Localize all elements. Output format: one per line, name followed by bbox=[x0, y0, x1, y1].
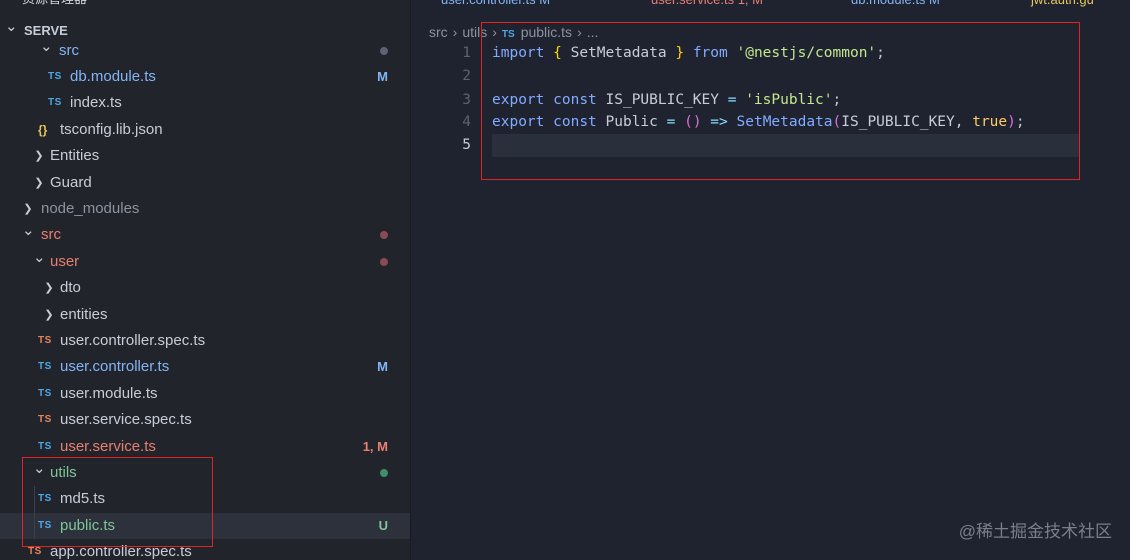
git-status-badge: M bbox=[377, 359, 388, 374]
folder-node-modules-7[interactable]: ❯ node_modules bbox=[0, 196, 410, 222]
line-number: 1 bbox=[462, 45, 471, 61]
chevron-right-icon: › bbox=[452, 24, 458, 40]
status-dot-icon bbox=[380, 231, 388, 239]
explorer-title: 资源管理器 bbox=[0, 0, 410, 8]
typescript-file-icon: TS bbox=[38, 361, 52, 372]
watermark: @稀土掘金技术社区 bbox=[958, 522, 1112, 541]
tab-bar: user.controller.ts M user.service.ts 1, M… bbox=[411, 0, 1130, 10]
tree-item-label: user.module.ts bbox=[60, 385, 158, 402]
chevron-right-icon[interactable]: ❯ bbox=[43, 275, 55, 301]
file-user-module-ts-14[interactable]: TS user.module.ts bbox=[0, 381, 410, 407]
editor-tab-1[interactable]: user.service.ts 1, M bbox=[651, 0, 763, 10]
file-user-service-spec-ts-15[interactable]: TS user.service.spec.ts bbox=[0, 407, 410, 433]
folder-dto-10[interactable]: ❯ dto bbox=[0, 275, 410, 301]
file-tsconfig-lib-json-4[interactable]: {} tsconfig.lib.json bbox=[0, 117, 410, 143]
git-status-badge: 1, M bbox=[362, 439, 388, 454]
line-number: 4 bbox=[462, 114, 471, 130]
folder-entities-11[interactable]: ❯ entities bbox=[0, 302, 410, 328]
typescript-file-icon: TS bbox=[38, 388, 52, 399]
tree-item-label: Entities bbox=[50, 147, 100, 164]
folder-user-9[interactable]: ⌄ user bbox=[0, 249, 410, 275]
line-number: 2 bbox=[462, 68, 471, 84]
json-file-icon: {} bbox=[38, 123, 48, 137]
editor-pane: user.controller.ts M user.service.ts 1, M… bbox=[411, 0, 1130, 560]
editor-tab-2[interactable]: db.module.ts M bbox=[851, 0, 940, 10]
chevron-right-icon[interactable]: ❯ bbox=[22, 196, 34, 222]
tree-item-label: db.module.ts bbox=[70, 68, 156, 85]
folder-src-8[interactable]: ⌄ src bbox=[0, 222, 410, 248]
tree-item-label: src bbox=[59, 42, 79, 59]
git-status-badge: U bbox=[378, 518, 388, 533]
chevron-right-icon[interactable]: ❯ bbox=[33, 170, 45, 196]
chevron-down-icon[interactable]: ⌄ bbox=[22, 222, 35, 248]
folder-src-1[interactable]: ⌄ src bbox=[0, 38, 410, 64]
file-user-controller-spec-ts-12[interactable]: TS user.controller.spec.ts bbox=[0, 328, 410, 354]
chevron-down-icon[interactable]: ⌄ bbox=[40, 38, 53, 64]
tree-item-label: user.controller.spec.ts bbox=[60, 332, 206, 349]
tree-item-label: dto bbox=[60, 279, 81, 296]
tree-item-label: tsconfig.lib.json bbox=[60, 121, 163, 138]
tree-item-label: Guard bbox=[50, 174, 92, 191]
line-number: 3 bbox=[462, 92, 471, 108]
git-status-badge: M bbox=[377, 69, 388, 84]
status-dot-icon bbox=[380, 469, 388, 477]
tree-item-label: user.controller.ts bbox=[60, 358, 170, 375]
file-user-controller-ts-13[interactable]: TS user.controller.ts M bbox=[0, 354, 410, 380]
line-number: 5 bbox=[462, 137, 471, 153]
tree-item-label: entities bbox=[60, 306, 108, 323]
tree-item-label: index.ts bbox=[70, 94, 122, 111]
annotation-box-utils bbox=[22, 457, 213, 547]
explorer-sidebar: 资源管理器 ⌄SERVE⌄srcTSdb.module.tsMTSindex.t… bbox=[0, 0, 411, 560]
file-db-module-ts-2[interactable]: TS db.module.ts M bbox=[0, 64, 410, 90]
folder-guard-6[interactable]: ❯ Guard bbox=[0, 170, 410, 196]
typescript-file-icon: TS bbox=[38, 414, 52, 425]
typescript-file-icon: TS bbox=[38, 335, 52, 346]
typescript-file-icon: TS bbox=[48, 71, 62, 82]
file-index-ts-3[interactable]: TS index.ts bbox=[0, 90, 410, 116]
typescript-file-icon: TS bbox=[48, 97, 62, 108]
status-dot-icon bbox=[380, 47, 388, 55]
annotation-box-code bbox=[481, 22, 1080, 180]
tree-item-label: src bbox=[41, 226, 61, 243]
folder-entities-5[interactable]: ❯ Entities bbox=[0, 143, 410, 169]
chevron-down-icon[interactable]: ⌄ bbox=[33, 249, 46, 275]
tree-item-label: user.service.spec.ts bbox=[60, 411, 192, 428]
chevron-right-icon[interactable]: ❯ bbox=[33, 143, 45, 169]
chevron-right-icon[interactable]: ❯ bbox=[43, 302, 55, 328]
editor-tab-3[interactable]: jwt.auth.gu bbox=[1031, 0, 1094, 10]
status-dot-icon bbox=[380, 258, 388, 266]
breadcrumb-src[interactable]: src bbox=[429, 22, 448, 42]
editor-tab-0[interactable]: user.controller.ts M bbox=[441, 0, 550, 10]
tree-item-label: user bbox=[50, 253, 80, 270]
tree-item-label: node_modules bbox=[41, 200, 140, 217]
